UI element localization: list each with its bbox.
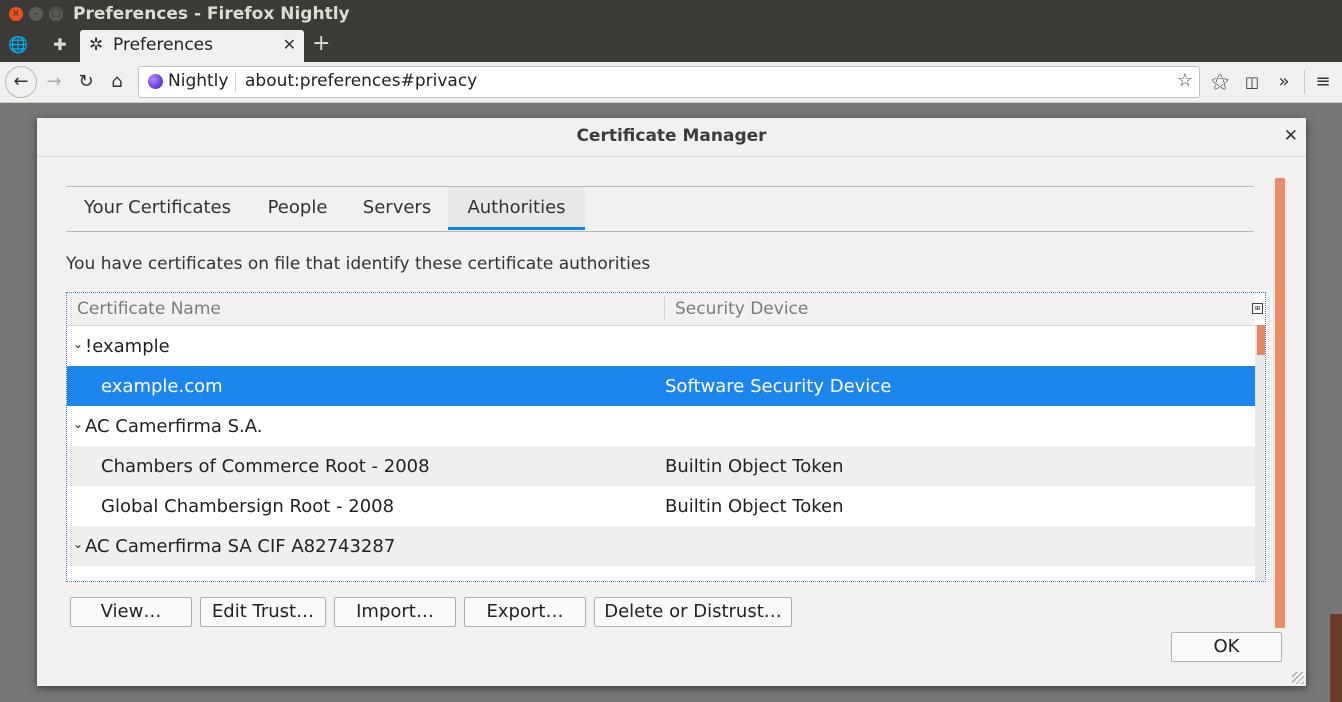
- tree-row[interactable]: Global Chambersign Root - 2008 Builtin O…: [67, 486, 1255, 526]
- window-titlebar: × – □ Preferences - Firefox Nightly: [0, 0, 1342, 29]
- tab-strip: 🌐 ✚ ✲ Preferences ✕ +: [0, 29, 1342, 62]
- ok-button[interactable]: OK: [1171, 632, 1282, 662]
- tree-row-group[interactable]: ⌄ AC Camerfirma S.A.: [67, 406, 1255, 446]
- url-separator: [235, 72, 236, 92]
- row-name: example.com: [101, 376, 223, 397]
- resize-grip-icon[interactable]: [1292, 672, 1304, 684]
- page-scrollbar-thumb[interactable]: [1275, 178, 1285, 628]
- row-name: Global Chambersign Root - 2008: [101, 496, 395, 517]
- library-icon[interactable]: ⚝: [1207, 69, 1233, 95]
- authorities-description: You have certificates on file that ident…: [66, 254, 651, 274]
- url-bar[interactable]: Nightly about:preferences#privacy ☆: [138, 66, 1200, 98]
- edit-trust-button-label: Edit Trust…: [211, 601, 315, 622]
- dialog-header: Certificate Manager ✕: [37, 118, 1306, 157]
- row-device: Builtin Object Token: [665, 496, 844, 517]
- row-name: AC Camerfirma S.A.: [85, 416, 263, 437]
- tab-people[interactable]: People: [249, 187, 346, 229]
- forward-button[interactable]: →: [41, 69, 67, 95]
- identity-label: Nightly: [168, 71, 229, 91]
- tab-servers[interactable]: Servers: [346, 187, 448, 229]
- column-certificate-name[interactable]: Certificate Name: [77, 299, 221, 319]
- gear-icon: ✲: [89, 35, 104, 55]
- expand-chevron-icon[interactable]: ⌄: [73, 417, 83, 431]
- certificate-tree[interactable]: Certificate Name Security Device ⊞ ⌄ !ex…: [66, 292, 1266, 582]
- column-separator[interactable]: [664, 297, 665, 319]
- view-button-label: View…: [100, 601, 162, 622]
- tab-label: Preferences: [113, 35, 213, 55]
- back-button[interactable]: ←: [5, 66, 37, 98]
- nightly-logo-icon: [148, 74, 163, 89]
- tab-close-icon[interactable]: ✕: [283, 35, 296, 54]
- window-title: Preferences - Firefox Nightly: [73, 4, 350, 24]
- toolbar-separator: [1304, 70, 1305, 94]
- delete-or-distrust-button-label: Delete or Distrust…: [604, 601, 782, 622]
- tree-header: Certificate Name Security Device ⊞: [67, 293, 1263, 326]
- tree-row-group[interactable]: ⌄ AC Camerfirma SA CIF A82743287: [67, 526, 1255, 566]
- bookmark-star-icon[interactable]: ☆: [1177, 70, 1193, 91]
- navigation-bar: ← → ↻ ⌂ Nightly about:preferences#privac…: [0, 62, 1342, 103]
- puzzle-icon[interactable]: ✚: [50, 35, 70, 55]
- row-name: AC Camerfirma SA CIF A82743287: [85, 536, 396, 557]
- row-name: !example: [85, 336, 170, 357]
- tab-your-certificates[interactable]: Your Certificates: [66, 187, 249, 229]
- reload-button[interactable]: ↻: [73, 69, 99, 95]
- tree-row-group[interactable]: ⌄ !example: [67, 326, 1255, 366]
- tree-row[interactable]: example.com Software Security Device: [67, 366, 1255, 406]
- dialog-title: Certificate Manager: [576, 126, 767, 146]
- ok-button-label: OK: [1213, 636, 1240, 657]
- certificate-manager-dialog: Certificate Manager ✕ Your Certificates …: [37, 118, 1306, 686]
- delete-or-distrust-button[interactable]: Delete or Distrust…: [594, 597, 792, 627]
- tab-authorities[interactable]: Authorities: [448, 187, 585, 230]
- tree-scrollbar[interactable]: [1255, 325, 1265, 581]
- expand-chevron-icon[interactable]: ⌄: [73, 537, 83, 551]
- export-button[interactable]: Export…: [464, 597, 586, 627]
- column-picker-icon[interactable]: ⊞: [1252, 303, 1263, 314]
- page-background-strip: [1330, 614, 1342, 702]
- row-device: Software Security Device: [665, 376, 892, 397]
- expand-chevron-icon[interactable]: ⌄: [73, 337, 83, 351]
- export-button-label: Export…: [486, 601, 564, 622]
- edit-trust-button[interactable]: Edit Trust…: [200, 597, 326, 627]
- certificate-tabs: Your Certificates People Servers Authori…: [66, 186, 1254, 232]
- row-name: Chambers of Commerce Root - 2008: [101, 456, 430, 477]
- tab-preferences[interactable]: ✲ Preferences ✕: [80, 30, 304, 62]
- import-button[interactable]: Import…: [334, 597, 456, 627]
- row-device: Builtin Object Token: [665, 456, 844, 477]
- url-text[interactable]: about:preferences#privacy: [245, 71, 477, 91]
- import-button-label: Import…: [356, 601, 434, 622]
- window-close-button[interactable]: ×: [9, 7, 23, 21]
- sidebar-icon[interactable]: ◫: [1239, 69, 1265, 95]
- tree-scrollbar-thumb[interactable]: [1257, 325, 1265, 355]
- tree-row[interactable]: Chambers of Commerce Root - 2008 Builtin…: [67, 446, 1255, 486]
- overflow-chevron-icon[interactable]: »: [1271, 69, 1297, 95]
- window-maximize-button[interactable]: □: [49, 7, 63, 21]
- home-button[interactable]: ⌂: [104, 69, 130, 95]
- new-tab-button[interactable]: +: [312, 31, 330, 56]
- hamburger-menu-icon[interactable]: ≡: [1310, 69, 1336, 95]
- globe-icon[interactable]: 🌐: [8, 35, 28, 55]
- dialog-close-icon[interactable]: ✕: [1284, 126, 1298, 146]
- window-minimize-button[interactable]: –: [29, 7, 43, 21]
- view-button[interactable]: View…: [70, 597, 192, 627]
- column-security-device[interactable]: Security Device: [675, 299, 808, 319]
